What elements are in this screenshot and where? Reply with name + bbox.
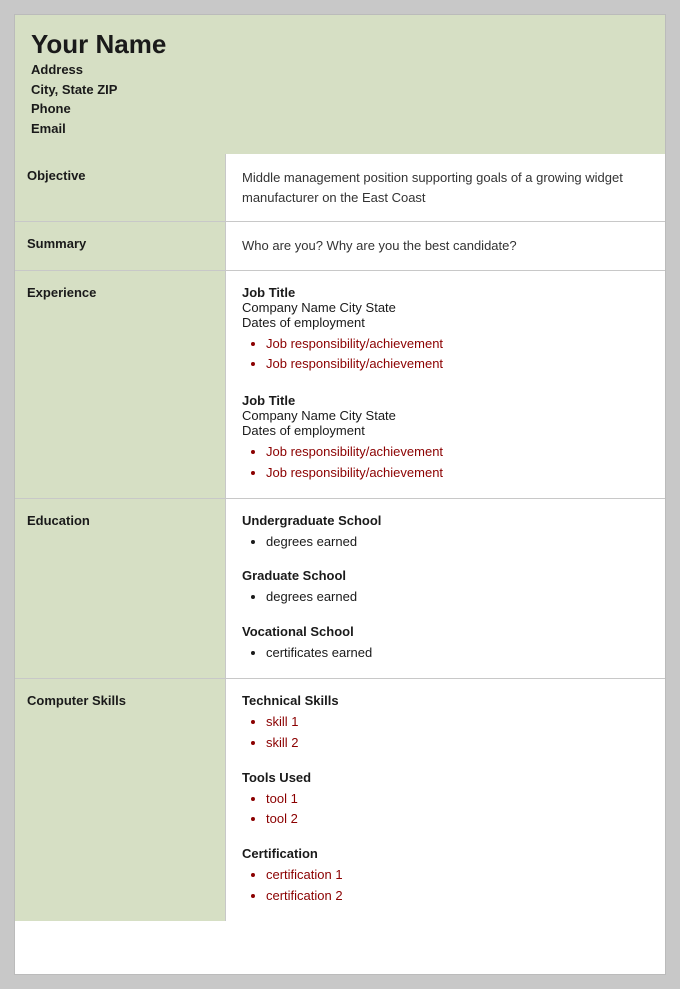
skills-title-0: Technical Skills — [242, 693, 649, 708]
edu-list-2: certificates earned — [266, 643, 649, 664]
name-heading: Your Name — [31, 29, 649, 60]
city-state-zip-line: City, State ZIP — [31, 80, 649, 100]
job-dates-1: Dates of employment — [242, 423, 649, 438]
objective-label: Objective — [15, 154, 225, 221]
objective-content: Middle management position supporting go… — [225, 154, 665, 221]
job-responsibility-0-1: Job responsibility/achievement — [266, 354, 649, 375]
education-content: Undergraduate Schooldegrees earnedGradua… — [225, 499, 665, 678]
experience-section: Experience Job TitleCompany Name City St… — [15, 271, 665, 499]
edu-degree-1-0: degrees earned — [266, 587, 649, 608]
job-dates-0: Dates of employment — [242, 315, 649, 330]
experience-label: Experience — [15, 271, 225, 498]
summary-text: Who are you? Why are you the best candid… — [242, 236, 649, 256]
computer-skills-label: Computer Skills — [15, 679, 225, 921]
skills-list-2: certification 1certification 2 — [266, 865, 649, 907]
skills-title-2: Certification — [242, 846, 649, 861]
skills-item-0-0: skill 1 — [266, 712, 649, 733]
summary-label: Summary — [15, 222, 225, 270]
job-block-0: Job TitleCompany Name City StateDates of… — [242, 285, 649, 376]
objective-section: Objective Middle management position sup… — [15, 154, 665, 222]
resume-header: Your Name Address City, State ZIP Phone … — [15, 15, 665, 154]
skills-list-1: tool 1tool 2 — [266, 789, 649, 831]
job-company-1: Company Name City State — [242, 408, 649, 423]
skills-title-1: Tools Used — [242, 770, 649, 785]
computer-skills-section: Computer Skills Technical Skills skill 1s… — [15, 679, 665, 921]
school-name-1: Graduate School — [242, 568, 649, 583]
skills-block-0: Technical Skills skill 1skill 2 — [242, 693, 649, 754]
job-responsibility-1-0: Job responsibility/achievement — [266, 442, 649, 463]
skills-block-1: Tools Used tool 1tool 2 — [242, 770, 649, 831]
skills-item-2-0: certification 1 — [266, 865, 649, 886]
phone-line: Phone — [31, 99, 649, 119]
skills-list-0: skill 1skill 2 — [266, 712, 649, 754]
computer-skills-content: Technical Skills skill 1skill 2 Tools Used… — [225, 679, 665, 921]
edu-degree-2-0: certificates earned — [266, 643, 649, 664]
summary-content: Who are you? Why are you the best candid… — [225, 222, 665, 270]
job-block-1: Job TitleCompany Name City StateDates of… — [242, 393, 649, 484]
job-company-0: Company Name City State — [242, 300, 649, 315]
job-responsibilities-1: Job responsibility/achievementJob respon… — [266, 442, 649, 484]
objective-text: Middle management position supporting go… — [242, 168, 649, 207]
summary-section: Summary Who are you? Why are you the bes… — [15, 222, 665, 271]
edu-list-0: degrees earned — [266, 532, 649, 553]
job-responsibility-0-0: Job responsibility/achievement — [266, 334, 649, 355]
skills-item-1-0: tool 1 — [266, 789, 649, 810]
skills-item-0-1: skill 2 — [266, 733, 649, 754]
edu-block-2: Vocational School certificates earned — [242, 624, 649, 664]
edu-block-0: Undergraduate School degrees earned — [242, 513, 649, 553]
edu-degree-0-0: degrees earned — [266, 532, 649, 553]
resume-document: Your Name Address City, State ZIP Phone … — [14, 14, 666, 975]
school-name-2: Vocational School — [242, 624, 649, 639]
skills-item-1-1: tool 2 — [266, 809, 649, 830]
experience-content: Job TitleCompany Name City StateDates of… — [225, 271, 665, 498]
education-section: Education Undergraduate School degrees ea… — [15, 499, 665, 679]
job-title-1: Job Title — [242, 393, 649, 408]
education-label: Education — [15, 499, 225, 678]
skills-item-2-1: certification 2 — [266, 886, 649, 907]
edu-block-1: Graduate School degrees earned — [242, 568, 649, 608]
school-name-0: Undergraduate School — [242, 513, 649, 528]
edu-list-1: degrees earned — [266, 587, 649, 608]
job-responsibility-1-1: Job responsibility/achievement — [266, 463, 649, 484]
job-responsibilities-0: Job responsibility/achievementJob respon… — [266, 334, 649, 376]
job-title-0: Job Title — [242, 285, 649, 300]
address-line: Address — [31, 60, 649, 80]
email-line: Email — [31, 119, 649, 139]
skills-block-2: Certification certification 1certificatio… — [242, 846, 649, 907]
